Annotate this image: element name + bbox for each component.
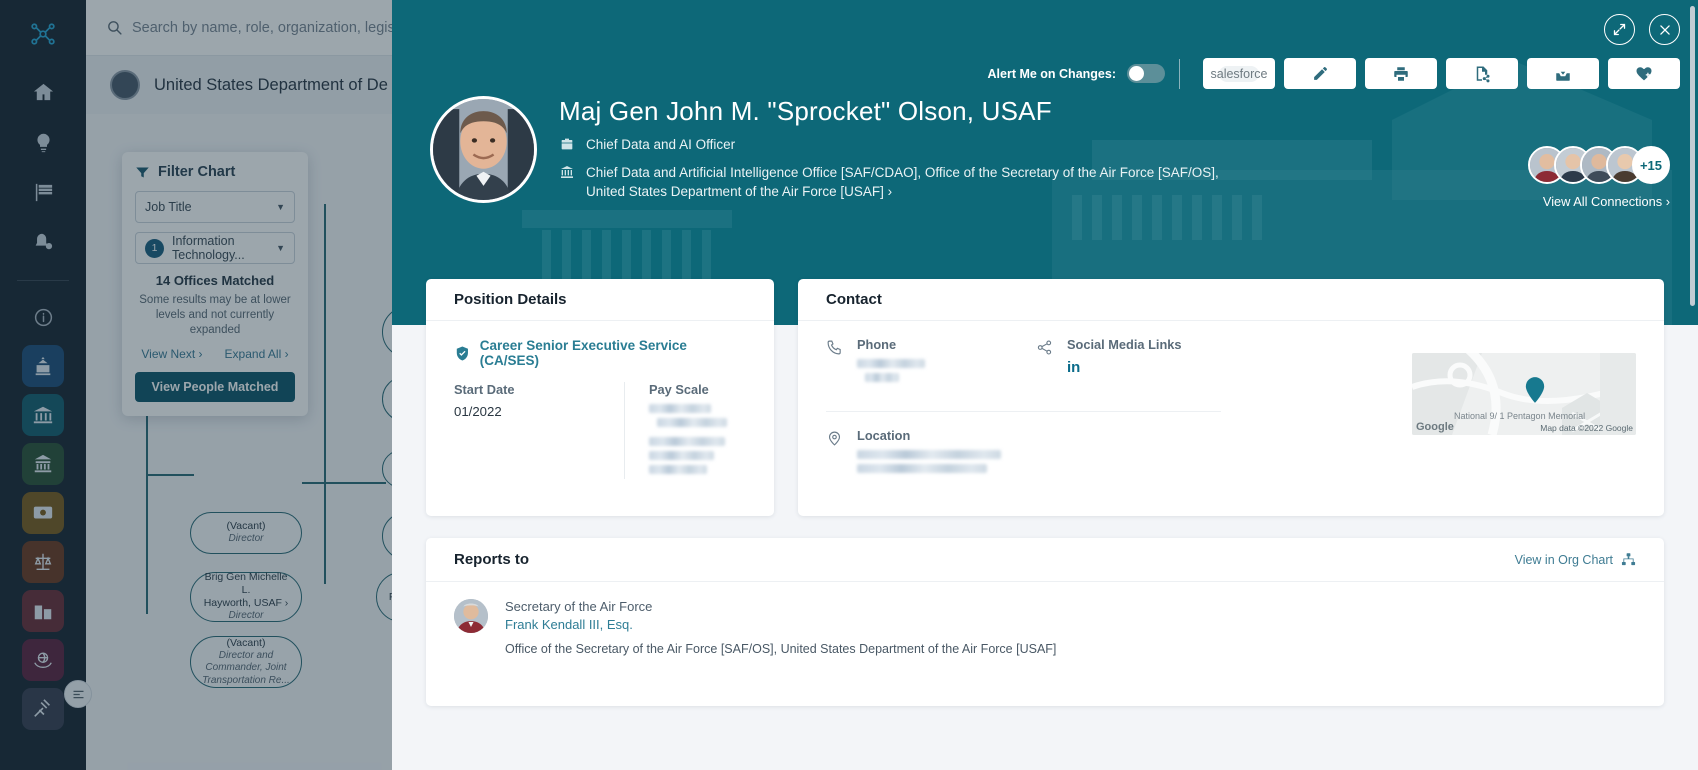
document-share-icon	[1476, 66, 1490, 82]
boss-office: Office of the Secretary of the Air Force…	[505, 642, 1057, 656]
shield-check-icon	[456, 346, 468, 360]
modal-window-controls	[1604, 14, 1680, 45]
redacted-text	[857, 359, 925, 368]
redacted-text	[865, 373, 899, 382]
location-map[interactable]: National 9/ 1 Pentagon Memorial Google M…	[1412, 353, 1636, 435]
edit-button[interactable]	[1284, 58, 1356, 89]
redacted-text	[649, 465, 707, 474]
ses-badge-row: Career Senior Executive Service (CA/SES)	[426, 321, 774, 368]
chevron-right-icon: ›	[887, 184, 893, 200]
reports-to-card: Reports to View in Org Chart Secretary o…	[426, 538, 1664, 706]
contact-heading: Contact	[798, 279, 1664, 321]
reports-to-heading: Reports to	[454, 551, 529, 568]
modal-body: Position Details Career Senior Executive…	[392, 279, 1698, 770]
printer-icon	[1394, 66, 1408, 81]
avatar[interactable]	[430, 96, 537, 203]
linkedin-icon[interactable]: in	[1067, 359, 1182, 376]
person-headshot	[433, 99, 534, 200]
modal-toolbar: Alert Me on Changes: salesforce	[987, 58, 1680, 89]
person-header: Maj Gen John M. "Sprocket" Olson, USAF C…	[430, 96, 1219, 207]
google-logo: Google	[1416, 421, 1454, 433]
boss-name-link[interactable]: Frank Kendall III, Esq.	[505, 617, 1056, 632]
position-fields: Start Date 01/2022 Pay Scale	[426, 368, 774, 479]
person-detail-modal: Alert Me on Changes: salesforce Maj Gen …	[392, 0, 1698, 770]
map-place-label: National 9/ 1 Pentagon Memorial	[1454, 410, 1586, 421]
toolbar-divider	[1179, 58, 1180, 89]
save-button[interactable]	[1527, 58, 1599, 89]
alert-me-label: Alert Me on Changes:	[987, 66, 1117, 81]
person-header-text: Maj Gen John M. "Sprocket" Olson, USAF C…	[559, 96, 1219, 207]
contact-body: Phone Social Media Links in Location Nat…	[798, 321, 1664, 478]
phone-label: Phone	[857, 337, 897, 352]
pay-scale-redacted-value	[649, 404, 746, 474]
redacted-text	[857, 450, 1001, 459]
redacted-text	[857, 464, 987, 473]
position-details-card: Position Details Career Senior Executive…	[426, 279, 774, 516]
cards-row: Position Details Career Senior Executive…	[426, 279, 1664, 516]
person-org-line2: United States Department of the Air Forc…	[586, 184, 884, 200]
connection-avatars: +15	[1528, 146, 1670, 184]
redacted-text	[649, 451, 714, 460]
map-pin-icon	[826, 430, 843, 478]
phone-redacted-value	[857, 359, 925, 392]
redacted-text	[657, 418, 727, 427]
inbox-download-icon	[1556, 66, 1570, 81]
map-attribution: Map data ©2022 Google	[1540, 423, 1633, 433]
contact-divider	[826, 411, 1221, 412]
government-building-icon	[559, 164, 575, 186]
boss-role: Secretary of the Air Force	[505, 599, 653, 614]
view-in-org-chart-link[interactable]: View in Org Chart	[1515, 552, 1636, 567]
reports-to-entry[interactable]: Secretary of the Air Force Frank Kendall…	[426, 582, 1664, 656]
print-button[interactable]	[1365, 58, 1437, 89]
contact-top-row: Phone Social Media Links in	[826, 337, 1412, 392]
social-media-field: Social Media Links in	[1036, 337, 1246, 392]
person-org[interactable]: Chief Data and Artificial Intelligence O…	[586, 163, 1219, 202]
boss-info: Secretary of the Air Force Frank Kendall…	[505, 599, 1056, 656]
expand-diagonal-icon[interactable]	[1604, 14, 1635, 45]
person-title-row: Chief Data and AI Officer	[559, 135, 1219, 158]
position-details-heading: Position Details	[426, 279, 774, 321]
phone-icon	[826, 339, 843, 392]
pay-scale-field: Pay Scale	[624, 382, 746, 479]
location-redacted-value	[857, 450, 1001, 473]
salesforce-button[interactable]: salesforce	[1203, 58, 1275, 89]
start-date-label: Start Date	[454, 382, 515, 397]
modal-hero: Alert Me on Changes: salesforce Maj Gen …	[392, 0, 1698, 325]
start-date-field: Start Date 01/2022	[454, 382, 624, 479]
view-all-connections-link[interactable]: View All Connections ›	[1540, 194, 1670, 209]
location-label: Location	[857, 428, 911, 443]
social-media-label: Social Media Links	[1067, 337, 1182, 352]
location-field: Location	[826, 428, 1412, 478]
map-pin-filled-icon	[1524, 377, 1546, 408]
reports-to-header: Reports to View in Org Chart	[426, 538, 1664, 582]
person-title: Chief Data and AI Officer	[586, 137, 736, 152]
pay-scale-label: Pay Scale	[649, 382, 709, 397]
briefcase-icon	[559, 136, 575, 158]
close-x-icon[interactable]	[1649, 14, 1680, 45]
pencil-edit-icon	[1313, 67, 1327, 80]
modal-scrollbar[interactable]	[1690, 6, 1695, 306]
org-chart-icon	[1621, 553, 1636, 566]
redacted-text	[649, 404, 711, 413]
person-name: Maj Gen John M. "Sprocket" Olson, USAF	[559, 96, 1052, 126]
alert-me-toggle[interactable]	[1127, 64, 1165, 83]
share-button[interactable]	[1446, 58, 1518, 89]
ses-badge-label: Career Senior Executive Service (CA/SES)	[479, 338, 687, 368]
salesforce-label: salesforce	[1210, 66, 1268, 81]
connections-block: +15 View All Connections ›	[1528, 146, 1670, 209]
heart-plus-icon	[1636, 66, 1652, 80]
favorite-button[interactable]	[1608, 58, 1680, 89]
chevron-right-icon: ›	[1665, 194, 1670, 209]
start-date-value: 01/2022	[454, 404, 502, 419]
connections-overflow-count[interactable]: +15	[1632, 146, 1670, 184]
contact-card: Contact Phone Social Media Links in Loca…	[798, 279, 1664, 516]
contact-fields: Phone Social Media Links in Location	[826, 337, 1412, 478]
redacted-text	[649, 437, 725, 446]
person-org-line1: Chief Data and Artificial Intelligence O…	[586, 164, 1219, 180]
boss-headshot	[454, 599, 488, 633]
phone-field: Phone	[826, 337, 1036, 392]
person-org-row: Chief Data and Artificial Intelligence O…	[559, 163, 1219, 202]
share-network-icon	[1036, 339, 1053, 392]
